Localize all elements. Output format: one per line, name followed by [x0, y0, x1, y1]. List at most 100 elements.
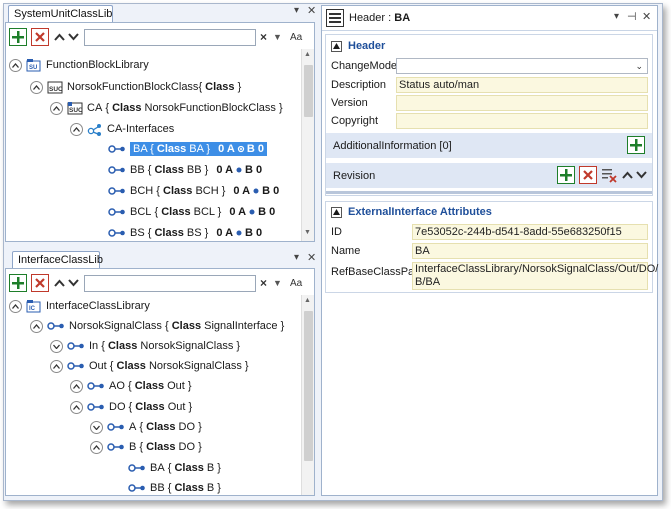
interfaceclass-icon — [67, 341, 85, 351]
tree-node-ao[interactable]: AO { Class Out } — [70, 377, 192, 395]
add-button[interactable] — [9, 28, 27, 46]
close-icon[interactable]: ✕ — [307, 4, 316, 18]
header-prefix: Header : — [349, 12, 395, 24]
refbaseclasspath-field[interactable]: InterfaceClassLibrary/NorsokSignalClass/… — [412, 262, 658, 290]
name-field[interactable]: BA — [412, 243, 648, 259]
header-section-title[interactable]: Header — [331, 37, 385, 55]
tree-node-interfaceclasslibrary[interactable]: IC InterfaceClassLibrary — [9, 297, 150, 315]
collapse-icon[interactable] — [70, 400, 83, 414]
collapse-icon[interactable] — [9, 58, 22, 72]
collapse-icon[interactable] — [90, 440, 103, 454]
tree-node-out[interactable]: Out { Class NorsokSignalClass } — [50, 357, 249, 375]
scroll-down-arrow[interactable]: ▼ — [304, 229, 311, 236]
tree-node-in[interactable]: In { Class NorsokSignalClass } — [50, 337, 240, 355]
clear-search-icon[interactable]: × — [260, 276, 267, 290]
id-field[interactable]: 7e53052c-244b-d541-8add-55e683250f15 — [412, 224, 648, 240]
link-icon — [249, 209, 255, 215]
collapse-icon[interactable] — [50, 101, 63, 115]
tree-node-bch[interactable]: BCH { Class BCH } 0 A B 0 — [108, 182, 279, 200]
tree-node-ca[interactable]: SUC CA { Class NorsokFunctionBlockClass … — [50, 99, 283, 117]
tab-systemunitclasslib[interactable]: SystemUnitClassLib — [8, 5, 113, 22]
search-options-dropdown-icon[interactable]: ▼ — [273, 278, 282, 288]
pane-menu-icon[interactable]: ▾ — [294, 4, 299, 18]
collapse-icon[interactable] — [9, 299, 22, 313]
close-icon[interactable]: ✕ — [642, 10, 651, 23]
externalinterface-section-title[interactable]: ExternalInterface Attributes — [331, 203, 492, 221]
tree-node-norsoksignalclass[interactable]: NorsokSignalClass { Class SignalInterfac… — [30, 317, 284, 335]
tab-interfaceclasslib[interactable]: InterfaceClassLib — [12, 251, 103, 268]
scroll-thumb[interactable] — [304, 311, 313, 461]
tree-node-a[interactable]: A { Class DO } — [90, 418, 202, 436]
revision-row[interactable]: Revision — [326, 163, 652, 188]
changemode-label: ChangeMode — [331, 60, 398, 72]
add-button[interactable] — [9, 274, 27, 292]
properties-header: Header : BA ▾ ⊣ ✕ — [322, 6, 657, 31]
changemode-select[interactable]: ⌄ — [396, 58, 648, 74]
scroll-up-arrow[interactable]: ▲ — [304, 297, 311, 304]
tree-node-bs[interactable]: BS { Class BS } 0 A B 0 — [108, 224, 262, 241]
revision-scrollbar[interactable] — [326, 191, 652, 194]
plus-icon — [12, 277, 24, 289]
collapse-icon[interactable] — [30, 80, 43, 94]
description-field[interactable]: Status auto/man — [396, 77, 648, 93]
svg-text:IC: IC — [29, 306, 36, 312]
chevron-down-icon[interactable] — [67, 276, 79, 290]
tree-node-ba[interactable]: BA { Class BA } 0 A B 0 — [108, 140, 267, 158]
vertical-scrollbar[interactable]: ▲ — [301, 295, 314, 495]
scroll-up-arrow[interactable]: ▲ — [304, 51, 311, 58]
pane-menu-icon[interactable]: ▾ — [294, 251, 299, 265]
interfaceclass-icon — [107, 442, 125, 452]
tree-node-bb-interfaceclass[interactable]: BB { Class B } — [128, 479, 221, 495]
node-post: BCL } — [190, 206, 222, 218]
add-revision-button[interactable] — [557, 166, 575, 184]
collapse-icon[interactable] — [30, 319, 43, 333]
scroll-thumb[interactable] — [304, 65, 313, 117]
tree-node-bcl[interactable]: BCL { Class BCL } 0 A B 0 — [108, 203, 275, 221]
search-input[interactable] — [84, 28, 256, 46]
expand-icon[interactable] — [90, 420, 103, 434]
tree-node-norsokfunctionblockclass[interactable]: SUC NorsokFunctionBlockClass{ Class } — [30, 78, 241, 96]
tree-node-b[interactable]: B { Class DO } — [90, 438, 202, 456]
chevron-up-icon[interactable] — [53, 276, 65, 290]
tree-node-functionblocklibrary[interactable]: SU FunctionBlockLibrary — [9, 56, 149, 74]
version-field[interactable] — [396, 95, 648, 111]
search-input[interactable] — [84, 274, 256, 292]
delete-button[interactable] — [31, 28, 49, 46]
selected-node[interactable]: BA { Class BA } 0 A B 0 — [130, 142, 267, 156]
pane-menu-icon[interactable]: ▾ — [614, 11, 619, 22]
delete-revision-button[interactable] — [579, 166, 597, 184]
clear-search-icon[interactable]: × — [260, 30, 267, 44]
tree-node-ca-interfaces[interactable]: CA-Interfaces — [70, 120, 174, 138]
tree-node-do[interactable]: DO { Class Out } — [70, 398, 192, 416]
expand-icon[interactable] — [50, 339, 63, 353]
search-options-dropdown-icon[interactable]: ▼ — [273, 32, 282, 42]
collapse-icon[interactable] — [70, 379, 83, 393]
node-post: B } — [203, 482, 221, 494]
chevron-up-icon[interactable] — [53, 30, 65, 44]
properties-panel: Header : BA ▾ ⊣ ✕ Header ChangeMode ⌄ De… — [321, 5, 658, 496]
collapse-icon[interactable] — [50, 359, 63, 373]
node-pre: { — [147, 143, 157, 155]
additional-information-row[interactable]: AdditionalInformation [0] — [326, 133, 652, 158]
chevron-down-icon[interactable] — [67, 30, 79, 44]
collapse-triangle-icon[interactable] — [331, 40, 342, 52]
chevron-up-icon[interactable] — [621, 168, 633, 182]
tree-node-ba-interfaceclass[interactable]: BA { Class B } — [128, 459, 221, 477]
delete-button[interactable] — [31, 274, 49, 292]
collapse-triangle-icon[interactable] — [331, 206, 342, 218]
match-case-icon[interactable]: Aa — [290, 278, 302, 289]
interfaces-folder-icon — [87, 122, 103, 136]
node-pre: { — [102, 102, 113, 114]
tree-node-bb[interactable]: BB { Class BB } 0 A B 0 — [108, 161, 262, 179]
add-additional-info-button[interactable] — [627, 136, 645, 154]
clear-list-icon[interactable] — [601, 167, 617, 183]
pin-icon[interactable]: ⊣ — [627, 10, 637, 23]
interface-icon — [108, 144, 126, 154]
close-icon[interactable]: ✕ — [307, 251, 316, 265]
vertical-scrollbar[interactable]: ▲ ▼ — [301, 49, 314, 241]
collapse-icon[interactable] — [70, 122, 83, 136]
copyright-field[interactable] — [396, 113, 648, 129]
chevron-down-icon[interactable] — [635, 168, 647, 182]
node-pre: { — [198, 81, 206, 93]
match-case-icon[interactable]: Aa — [290, 32, 302, 43]
